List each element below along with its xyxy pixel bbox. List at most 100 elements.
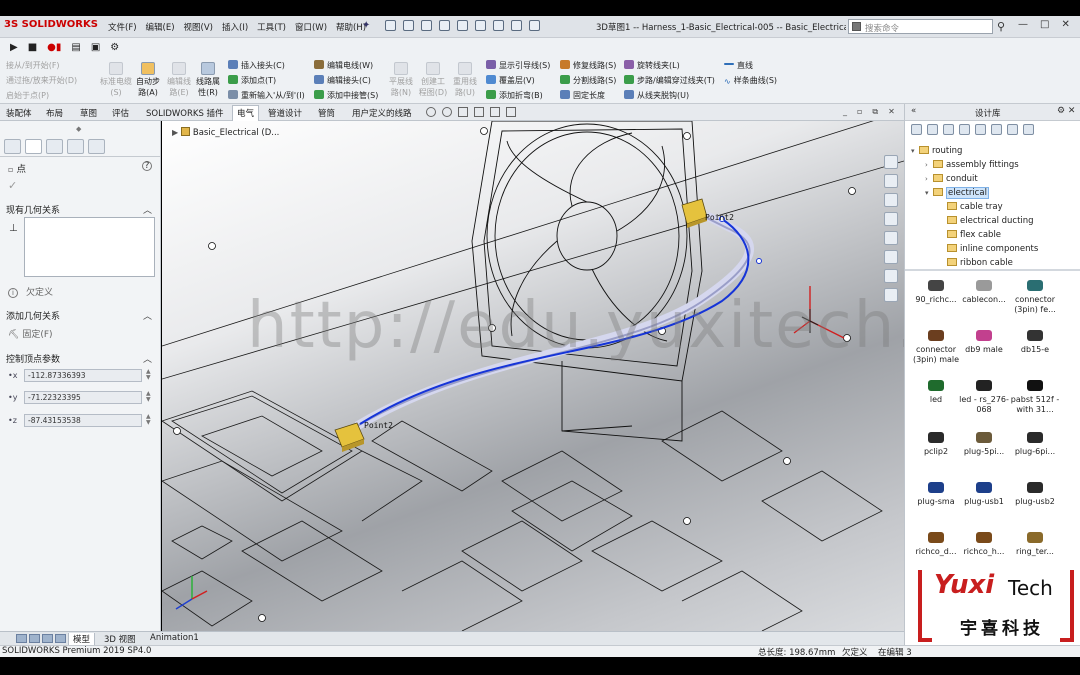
open-icon[interactable] <box>421 20 432 31</box>
options-icon[interactable] <box>529 20 540 31</box>
tab-layout[interactable]: 布局 <box>42 106 67 120</box>
tree-node-conduit[interactable]: › conduit <box>925 174 978 184</box>
help-icon[interactable]: ? <box>142 161 152 171</box>
tab-piping[interactable]: 管道设计 <box>264 106 306 120</box>
tab-electrical[interactable]: 电气 <box>232 105 260 121</box>
close-button[interactable]: ✕ <box>1061 19 1069 30</box>
start-at-point-button[interactable]: 启始于点(P) <box>6 90 77 101</box>
show-guidelines-button[interactable]: 显示引导线(S) <box>486 58 550 73</box>
collapse-icon[interactable]: ︿ <box>143 203 152 216</box>
tab-assembly[interactable]: 装配体 <box>2 106 36 120</box>
connector-top[interactable] <box>681 198 708 228</box>
unhook-clip-button[interactable]: 从线夹脱钩(U) <box>624 88 689 103</box>
collapse-icon[interactable]: ︿ <box>143 309 152 322</box>
up-level-icon[interactable] <box>1007 124 1018 135</box>
part-item[interactable]: db15-e <box>1005 330 1065 355</box>
properties-icon[interactable] <box>1023 124 1034 135</box>
view-orientation-icon[interactable] <box>490 107 500 117</box>
coord-y-input[interactable] <box>24 391 142 404</box>
viewport-restore-button[interactable]: ▫ <box>857 107 862 117</box>
repair-route-button[interactable]: 修复线路(S) <box>560 58 616 73</box>
control-vertex-header[interactable]: 控制顶点参数 ︿ <box>6 352 156 365</box>
appearances-icon[interactable] <box>884 231 898 245</box>
tab-evaluate[interactable]: 评估 <box>108 106 133 120</box>
macro-edit-icon[interactable]: ▤ <box>71 42 80 53</box>
dimxpert-tab-icon[interactable] <box>67 139 84 154</box>
part-item[interactable]: connector (3pin) fe... <box>1005 280 1065 315</box>
propertymanager-tab-icon[interactable] <box>25 139 42 154</box>
expand-toggle-icon[interactable]: ▾ <box>925 189 933 197</box>
prev-tab-icon[interactable] <box>29 634 40 643</box>
section-view-icon[interactable] <box>474 107 484 117</box>
coord-x-input[interactable] <box>24 369 142 382</box>
search-scope-icon[interactable] <box>852 22 861 31</box>
split-route-button[interactable]: 分割线路(S) <box>560 73 616 88</box>
auto-route-button[interactable]: 自动步路(A) <box>134 62 162 98</box>
add-location-icon[interactable] <box>959 124 970 135</box>
new-doc-icon[interactable] <box>403 20 414 31</box>
line-button[interactable]: 直线 <box>724 58 753 73</box>
route-properties-button[interactable]: 线路属性(R) <box>194 62 222 98</box>
reimport-from-to-button[interactable]: 重新输入'从/到'(I) <box>228 88 305 103</box>
standard-cable-button[interactable]: 标准电缆(S) <box>100 62 132 98</box>
featuretree-tab-icon[interactable] <box>4 139 21 154</box>
select-icon[interactable] <box>493 20 504 31</box>
part-item[interactable]: ring_ter... <box>1005 532 1065 557</box>
add-splice-button[interactable]: 添加中接管(S) <box>314 88 378 103</box>
display-manager-tab-icon[interactable] <box>88 139 105 154</box>
pin-icon[interactable]: ✦ <box>362 20 370 31</box>
add-point-button[interactable]: 添加点(T) <box>228 73 276 88</box>
forward-icon[interactable] <box>927 124 938 135</box>
menu-edit[interactable]: 编辑(E) <box>146 21 175 33</box>
search-icon[interactable]: ⚲ <box>997 20 1005 33</box>
menu-window[interactable]: 窗口(W) <box>295 21 327 33</box>
design-library-icon[interactable] <box>884 174 898 188</box>
play-icon[interactable]: ▶ <box>10 42 18 53</box>
tab-addins[interactable]: SOLIDWORKS 插件 <box>142 106 228 120</box>
menu-tools[interactable]: 工具(T) <box>257 21 286 33</box>
coord-z-input[interactable] <box>24 414 142 427</box>
viewport-tile-button[interactable]: ⧉ <box>872 107 878 117</box>
tree-node-routing[interactable]: ▾ routing <box>911 146 962 156</box>
flatten-route-button[interactable]: 平展线路(N) <box>386 62 416 98</box>
coord-y-spinner[interactable]: ▲ ▼ <box>146 391 151 403</box>
part-item[interactable]: plug-6pi... <box>1005 432 1065 457</box>
menu-file[interactable]: 文件(F) <box>108 21 137 33</box>
tab-user-routes[interactable]: 用户定义的线路 <box>348 106 416 120</box>
create-folder-icon[interactable] <box>975 124 986 135</box>
route-through-clip-button[interactable]: 步路/编辑穿过线夹(T) <box>624 73 715 88</box>
spline-point[interactable] <box>756 258 762 264</box>
tab-sketch[interactable]: 草图 <box>76 106 101 120</box>
model-viewport[interactable] <box>162 121 904 631</box>
home-icon[interactable] <box>385 20 396 31</box>
tree-node-cable-tray[interactable]: cable tray <box>939 202 1003 212</box>
minimize-button[interactable]: — <box>1018 19 1028 30</box>
edit-wires-button[interactable]: 编辑电线(W) <box>314 58 373 73</box>
expand-toggle-icon[interactable]: › <box>925 175 933 183</box>
pane-options-icon[interactable]: ⚙ ✕ <box>1057 106 1075 116</box>
file-explorer-icon[interactable] <box>884 193 898 207</box>
back-icon[interactable] <box>911 124 922 135</box>
expand-icon[interactable]: ▶ <box>172 128 178 137</box>
fix-relation-button[interactable]: ⛏ 固定(F) <box>8 327 53 340</box>
add-to-library-icon[interactable] <box>943 124 954 135</box>
expand-toggle-icon[interactable]: › <box>925 161 933 169</box>
edit-route-button[interactable]: 编辑线路(E) <box>164 62 194 98</box>
macro-settings-icon[interactable]: ⚙ <box>110 42 119 53</box>
tree-node-flex-cable[interactable]: flex cable <box>939 230 1001 240</box>
next-tab-icon[interactable] <box>42 634 53 643</box>
add-relations-header[interactable]: 添加几何关系 ︿ <box>6 309 156 322</box>
search-input[interactable]: 搜索命令 <box>848 19 993 34</box>
edit-connector-button[interactable]: 编辑接头(C) <box>314 73 371 88</box>
tab-3d-view[interactable]: 3D 视图 <box>100 633 140 645</box>
rebuild-icon[interactable] <box>511 20 522 31</box>
viewport-minimize-button[interactable]: _ <box>843 107 847 117</box>
start-drag-drop-button[interactable]: 通过拖/放来开始(D) <box>6 75 77 86</box>
last-tab-icon[interactable] <box>55 634 66 643</box>
insert-connector-button[interactable]: 插入接头(C) <box>228 58 285 73</box>
configmanager-tab-icon[interactable] <box>46 139 63 154</box>
create-drawing-button[interactable]: 创建工程图(D) <box>418 62 448 98</box>
part-item[interactable]: pabst 512f - with 31... <box>1005 380 1065 415</box>
tree-node-inline-components[interactable]: inline components <box>939 244 1038 254</box>
refresh-icon[interactable] <box>991 124 1002 135</box>
